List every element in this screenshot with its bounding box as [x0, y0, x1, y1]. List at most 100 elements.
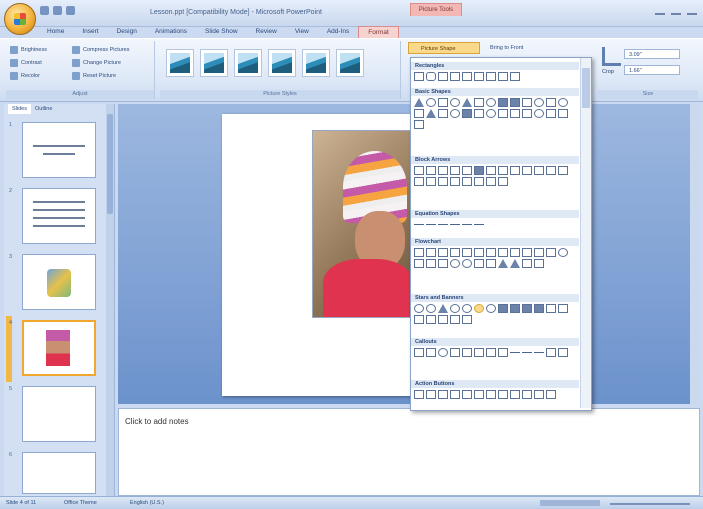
view-buttons[interactable]: [540, 500, 600, 506]
shape-square-5[interactable]: [438, 109, 448, 118]
close-icon[interactable]: [687, 5, 697, 15]
shape-square-10[interactable]: [414, 120, 424, 129]
star-4[interactable]: [450, 304, 460, 313]
shape-snip-rectangle-2[interactable]: [450, 72, 460, 81]
action-button-1[interactable]: [414, 390, 424, 399]
shape-brace[interactable]: [522, 109, 532, 118]
shape-circle-2[interactable]: [486, 98, 496, 107]
flowchart-terminator[interactable]: [510, 248, 520, 257]
flowchart-manual-op[interactable]: [546, 248, 556, 257]
zoom-slider[interactable]: [610, 503, 690, 505]
flowchart-offpage[interactable]: [414, 259, 424, 268]
tab-outline[interactable]: Outline: [35, 104, 52, 114]
flowchart-alt-process[interactable]: [426, 248, 436, 257]
callout-9[interactable]: [510, 348, 520, 353]
shape-arrow-20[interactable]: [486, 177, 496, 186]
star-2[interactable]: [426, 304, 436, 313]
shape-arrow-16[interactable]: [438, 177, 448, 186]
shape-circle-5[interactable]: [450, 109, 460, 118]
shape-arrow-17[interactable]: [450, 177, 460, 186]
picture-shape-button[interactable]: Picture Shape: [408, 42, 480, 54]
slide-thumbnail-4[interactable]: [22, 320, 96, 376]
width-field[interactable]: 1.66": [624, 65, 680, 75]
shape-arrow-12[interactable]: [546, 166, 556, 175]
flowchart-decision[interactable]: [438, 248, 448, 257]
shape-arrow-6[interactable]: [474, 166, 484, 175]
banner-5[interactable]: [438, 315, 448, 324]
star-5[interactable]: [462, 304, 472, 313]
callout-1[interactable]: [414, 348, 424, 357]
action-button-4[interactable]: [450, 390, 460, 399]
slide-thumbnail-5[interactable]: [22, 386, 96, 442]
callout-11[interactable]: [534, 348, 544, 353]
slide-thumbnail-2[interactable]: [22, 188, 96, 244]
tab-slide-show[interactable]: Slide Show: [196, 26, 247, 38]
shape-square-7[interactable]: [498, 109, 508, 118]
selected-picture[interactable]: [312, 130, 414, 318]
shape-frame[interactable]: [510, 72, 520, 81]
shape-parallelogram[interactable]: [474, 98, 484, 107]
maximize-icon[interactable]: [671, 5, 681, 15]
shape-triangle-3[interactable]: [426, 109, 436, 118]
crop-icon[interactable]: [602, 47, 621, 66]
callout-6[interactable]: [474, 348, 484, 357]
tab-home[interactable]: Home: [38, 26, 73, 38]
star-8[interactable]: [498, 304, 508, 313]
star-7[interactable]: [486, 304, 496, 313]
shape-round-rectangle-2[interactable]: [474, 72, 484, 81]
callout-8[interactable]: [498, 348, 508, 357]
shape-arrow-2[interactable]: [426, 166, 436, 175]
shape-divide[interactable]: [450, 220, 460, 225]
shape-bracket[interactable]: [510, 109, 520, 118]
shape-circle[interactable]: [450, 98, 460, 107]
shape-arrow-21[interactable]: [498, 177, 508, 186]
dropdown-scrollbar[interactable]: [580, 58, 591, 408]
flowchart-extract[interactable]: [498, 259, 508, 268]
shape-arrow-1[interactable]: [414, 166, 424, 175]
callout-3[interactable]: [438, 348, 448, 357]
flowchart-document[interactable]: [486, 248, 496, 257]
reset-picture-button[interactable]: Reset Picture: [72, 71, 129, 80]
shape-rounded-rectangle[interactable]: [426, 72, 436, 81]
banner-1[interactable]: [546, 304, 556, 313]
picture-style-2[interactable]: [200, 49, 228, 77]
callout-12[interactable]: [546, 348, 556, 357]
banner-4[interactable]: [426, 315, 436, 324]
action-button-9[interactable]: [510, 390, 520, 399]
shape-arrow-3[interactable]: [438, 166, 448, 175]
flowchart-card[interactable]: [426, 259, 436, 268]
banner-3[interactable]: [414, 315, 424, 324]
tab-design[interactable]: Design: [108, 26, 146, 38]
redo-icon[interactable]: [66, 6, 75, 15]
shape-arrow-5[interactable]: [462, 166, 472, 175]
tab-insert[interactable]: Insert: [73, 26, 107, 38]
shape-triangle-2[interactable]: [462, 98, 472, 107]
star-3[interactable]: [438, 304, 448, 313]
flowchart-multidoc[interactable]: [498, 248, 508, 257]
flowchart-merge[interactable]: [510, 259, 520, 268]
callout-7[interactable]: [486, 348, 496, 357]
tab-add-ins[interactable]: Add-Ins: [318, 26, 358, 38]
contrast-button[interactable]: Contrast: [10, 58, 47, 67]
flowchart-process[interactable]: [414, 248, 424, 257]
flowchart-internal[interactable]: [474, 248, 484, 257]
shape-filled-2[interactable]: [510, 98, 520, 107]
flowchart-delay[interactable]: [534, 259, 544, 268]
tab-view[interactable]: View: [286, 26, 318, 38]
action-button-6[interactable]: [474, 390, 484, 399]
compress-pictures-button[interactable]: Compress Pictures: [72, 45, 129, 54]
action-button-3[interactable]: [438, 390, 448, 399]
slides-scrollbar[interactable]: [106, 104, 114, 496]
star-selected[interactable]: [474, 304, 484, 313]
slide-thumbnail-3[interactable]: [22, 254, 96, 310]
tab-slides[interactable]: Slides: [8, 104, 31, 114]
office-button[interactable]: [4, 3, 36, 35]
shape-snip-round-rectangle[interactable]: [486, 72, 496, 81]
notes-pane[interactable]: Click to add notes: [118, 408, 700, 496]
tab-review[interactable]: Review: [247, 26, 286, 38]
flowchart-stored-data[interactable]: [522, 259, 532, 268]
action-button-11[interactable]: [534, 390, 544, 399]
flowchart-collate[interactable]: [474, 259, 484, 268]
picture-style-3[interactable]: [234, 49, 262, 77]
slide-thumbnail-1[interactable]: [22, 122, 96, 178]
